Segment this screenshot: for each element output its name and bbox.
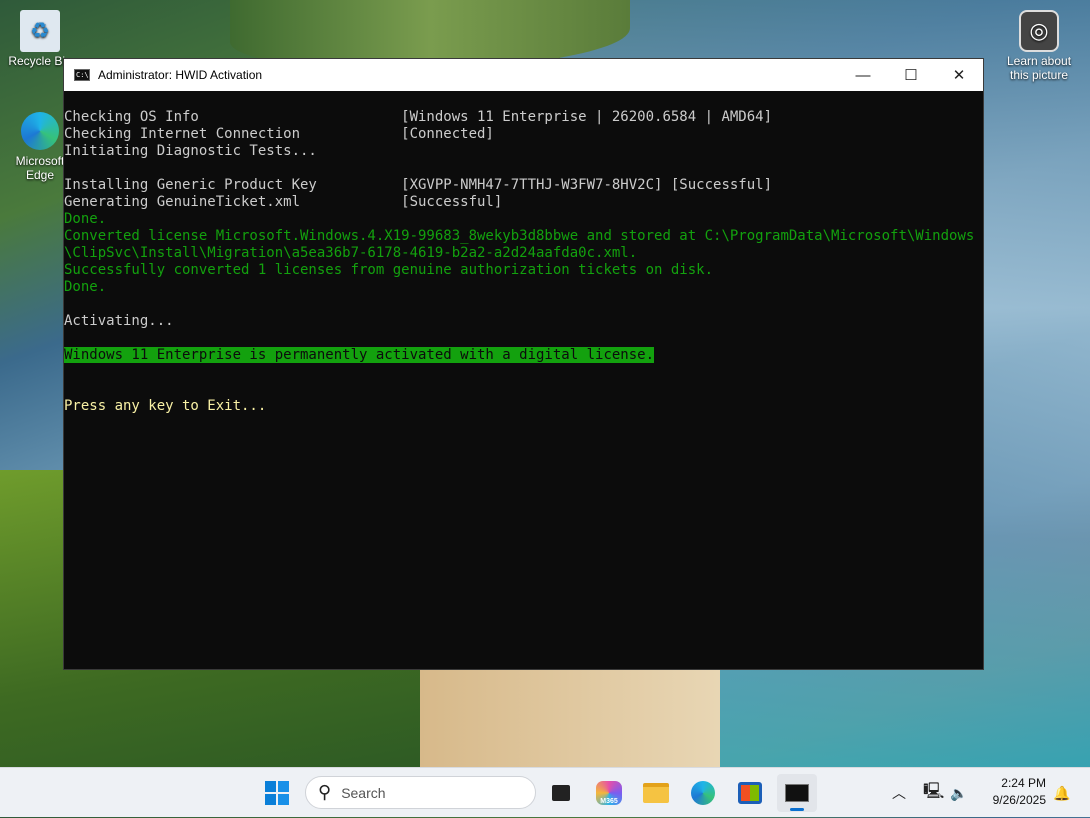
console-app-icon: C:\ (74, 69, 90, 81)
terminal-taskbar-button[interactable] (777, 774, 817, 812)
spotlight-label: Learn about this picture (1006, 54, 1072, 82)
show-hidden-icons-button[interactable]: ︿ (892, 768, 906, 818)
wallpaper-beach (420, 670, 720, 770)
network-button[interactable]: 🖳 (923, 768, 944, 818)
console-line: Done. (64, 279, 983, 296)
folder-icon (643, 783, 669, 803)
console-line-text: Press any key to Exit... (64, 398, 267, 414)
console-line: Checking Internet Connection [Connected] (64, 126, 983, 143)
recycle-bin-icon: ♻ (20, 10, 60, 52)
console-line: Windows 11 Enterprise is permanently act… (64, 347, 983, 364)
console-line-text: Done. (64, 279, 107, 295)
search-placeholder: Search (341, 784, 386, 801)
console-output[interactable]: Checking OS Info [Windows 11 Enterprise … (64, 91, 983, 415)
console-window[interactable]: C:\ Administrator: HWID Activation — ☐ ✕… (63, 58, 984, 670)
edge-taskbar-button[interactable] (683, 774, 723, 812)
taskbar-search[interactable]: ⚲ Search (305, 776, 536, 809)
console-line: Done. (64, 211, 983, 228)
m365-icon: M365 (596, 781, 622, 805)
title-bar[interactable]: C:\ Administrator: HWID Activation — ☐ ✕ (64, 59, 983, 91)
active-indicator (790, 808, 804, 811)
console-line: Checking OS Info [Windows 11 Enterprise … (64, 109, 983, 126)
m365-copilot-button[interactable]: M365 (589, 774, 629, 812)
console-line: \ClipSvc\Install\Migration\a5ea36b7-6178… (64, 245, 983, 262)
desktop-icon-spotlight[interactable]: ◎ Learn about this picture (1004, 10, 1074, 82)
console-line-text: Successfully converted 1 licenses from g… (64, 262, 714, 278)
store-button[interactable] (730, 774, 770, 812)
console-line-text: Activating... (64, 313, 174, 329)
console-line: Press any key to Exit... (64, 398, 983, 415)
search-icon: ⚲ (318, 782, 332, 802)
edge-icon (20, 110, 60, 152)
edge-icon (691, 781, 715, 805)
task-view-icon (552, 785, 570, 801)
console-line: Successfully converted 1 licenses from g… (64, 262, 983, 279)
console-line: Generating GenuineTicket.xml [Successful… (64, 194, 983, 211)
console-line-text: \ClipSvc\Install\Migration\a5ea36b7-6178… (64, 245, 638, 261)
volume-button[interactable]: 🔈 (950, 768, 967, 818)
console-line-text: Initiating Diagnostic Tests... (64, 143, 317, 159)
file-explorer-button[interactable] (636, 774, 676, 812)
console-icon (785, 784, 809, 802)
window-title: Administrator: HWID Activation (98, 68, 263, 82)
clock-time: 2:24 PM (1001, 776, 1046, 790)
activation-status-highlight: Windows 11 Enterprise is permanently act… (64, 347, 655, 363)
clock-date: 9/26/2025 (992, 793, 1046, 807)
console-line-text: Installing Generic Product Key [XGVPP-NM… (64, 177, 773, 193)
windows-logo-icon (265, 781, 289, 805)
console-line-text: Checking Internet Connection [Connected] (64, 126, 494, 142)
start-button[interactable] (257, 774, 297, 812)
notifications-button[interactable]: 🔔 (1053, 768, 1070, 818)
volume-icon: 🔈 (950, 784, 968, 801)
console-line-text: Checking OS Info [Windows 11 Enterprise … (64, 109, 773, 125)
notification-bell-icon: 🔔 (1053, 784, 1071, 801)
network-icon: 🖳 (923, 782, 945, 800)
task-view-button[interactable] (541, 774, 581, 812)
console-line: Converted license Microsoft.Windows.4.X1… (64, 228, 983, 245)
chevron-up-icon: ︿ (892, 785, 906, 801)
console-line-text: Done. (64, 211, 107, 227)
taskbar: ⚲ Search M365 ︿ 🖳 🔈 2:24 PM 9/26/2025 🔔 (0, 767, 1090, 817)
minimize-button[interactable]: — (839, 59, 887, 91)
maximize-button[interactable]: ☐ (887, 59, 935, 91)
console-line-text: Converted license Microsoft.Windows.4.X1… (64, 228, 975, 244)
console-line: Installing Generic Product Key [XGVPP-NM… (64, 177, 983, 194)
edge-label: Microsoft Edge (15, 154, 65, 182)
close-button[interactable]: ✕ (935, 59, 983, 91)
console-line: Initiating Diagnostic Tests... (64, 143, 983, 160)
console-line-text: Generating GenuineTicket.xml [Successful… (64, 194, 503, 210)
store-icon (738, 782, 762, 804)
clock[interactable]: 2:24 PM 9/26/2025 (980, 775, 1046, 809)
console-line: Activating... (64, 313, 983, 330)
spotlight-icon: ◎ (1019, 10, 1059, 52)
